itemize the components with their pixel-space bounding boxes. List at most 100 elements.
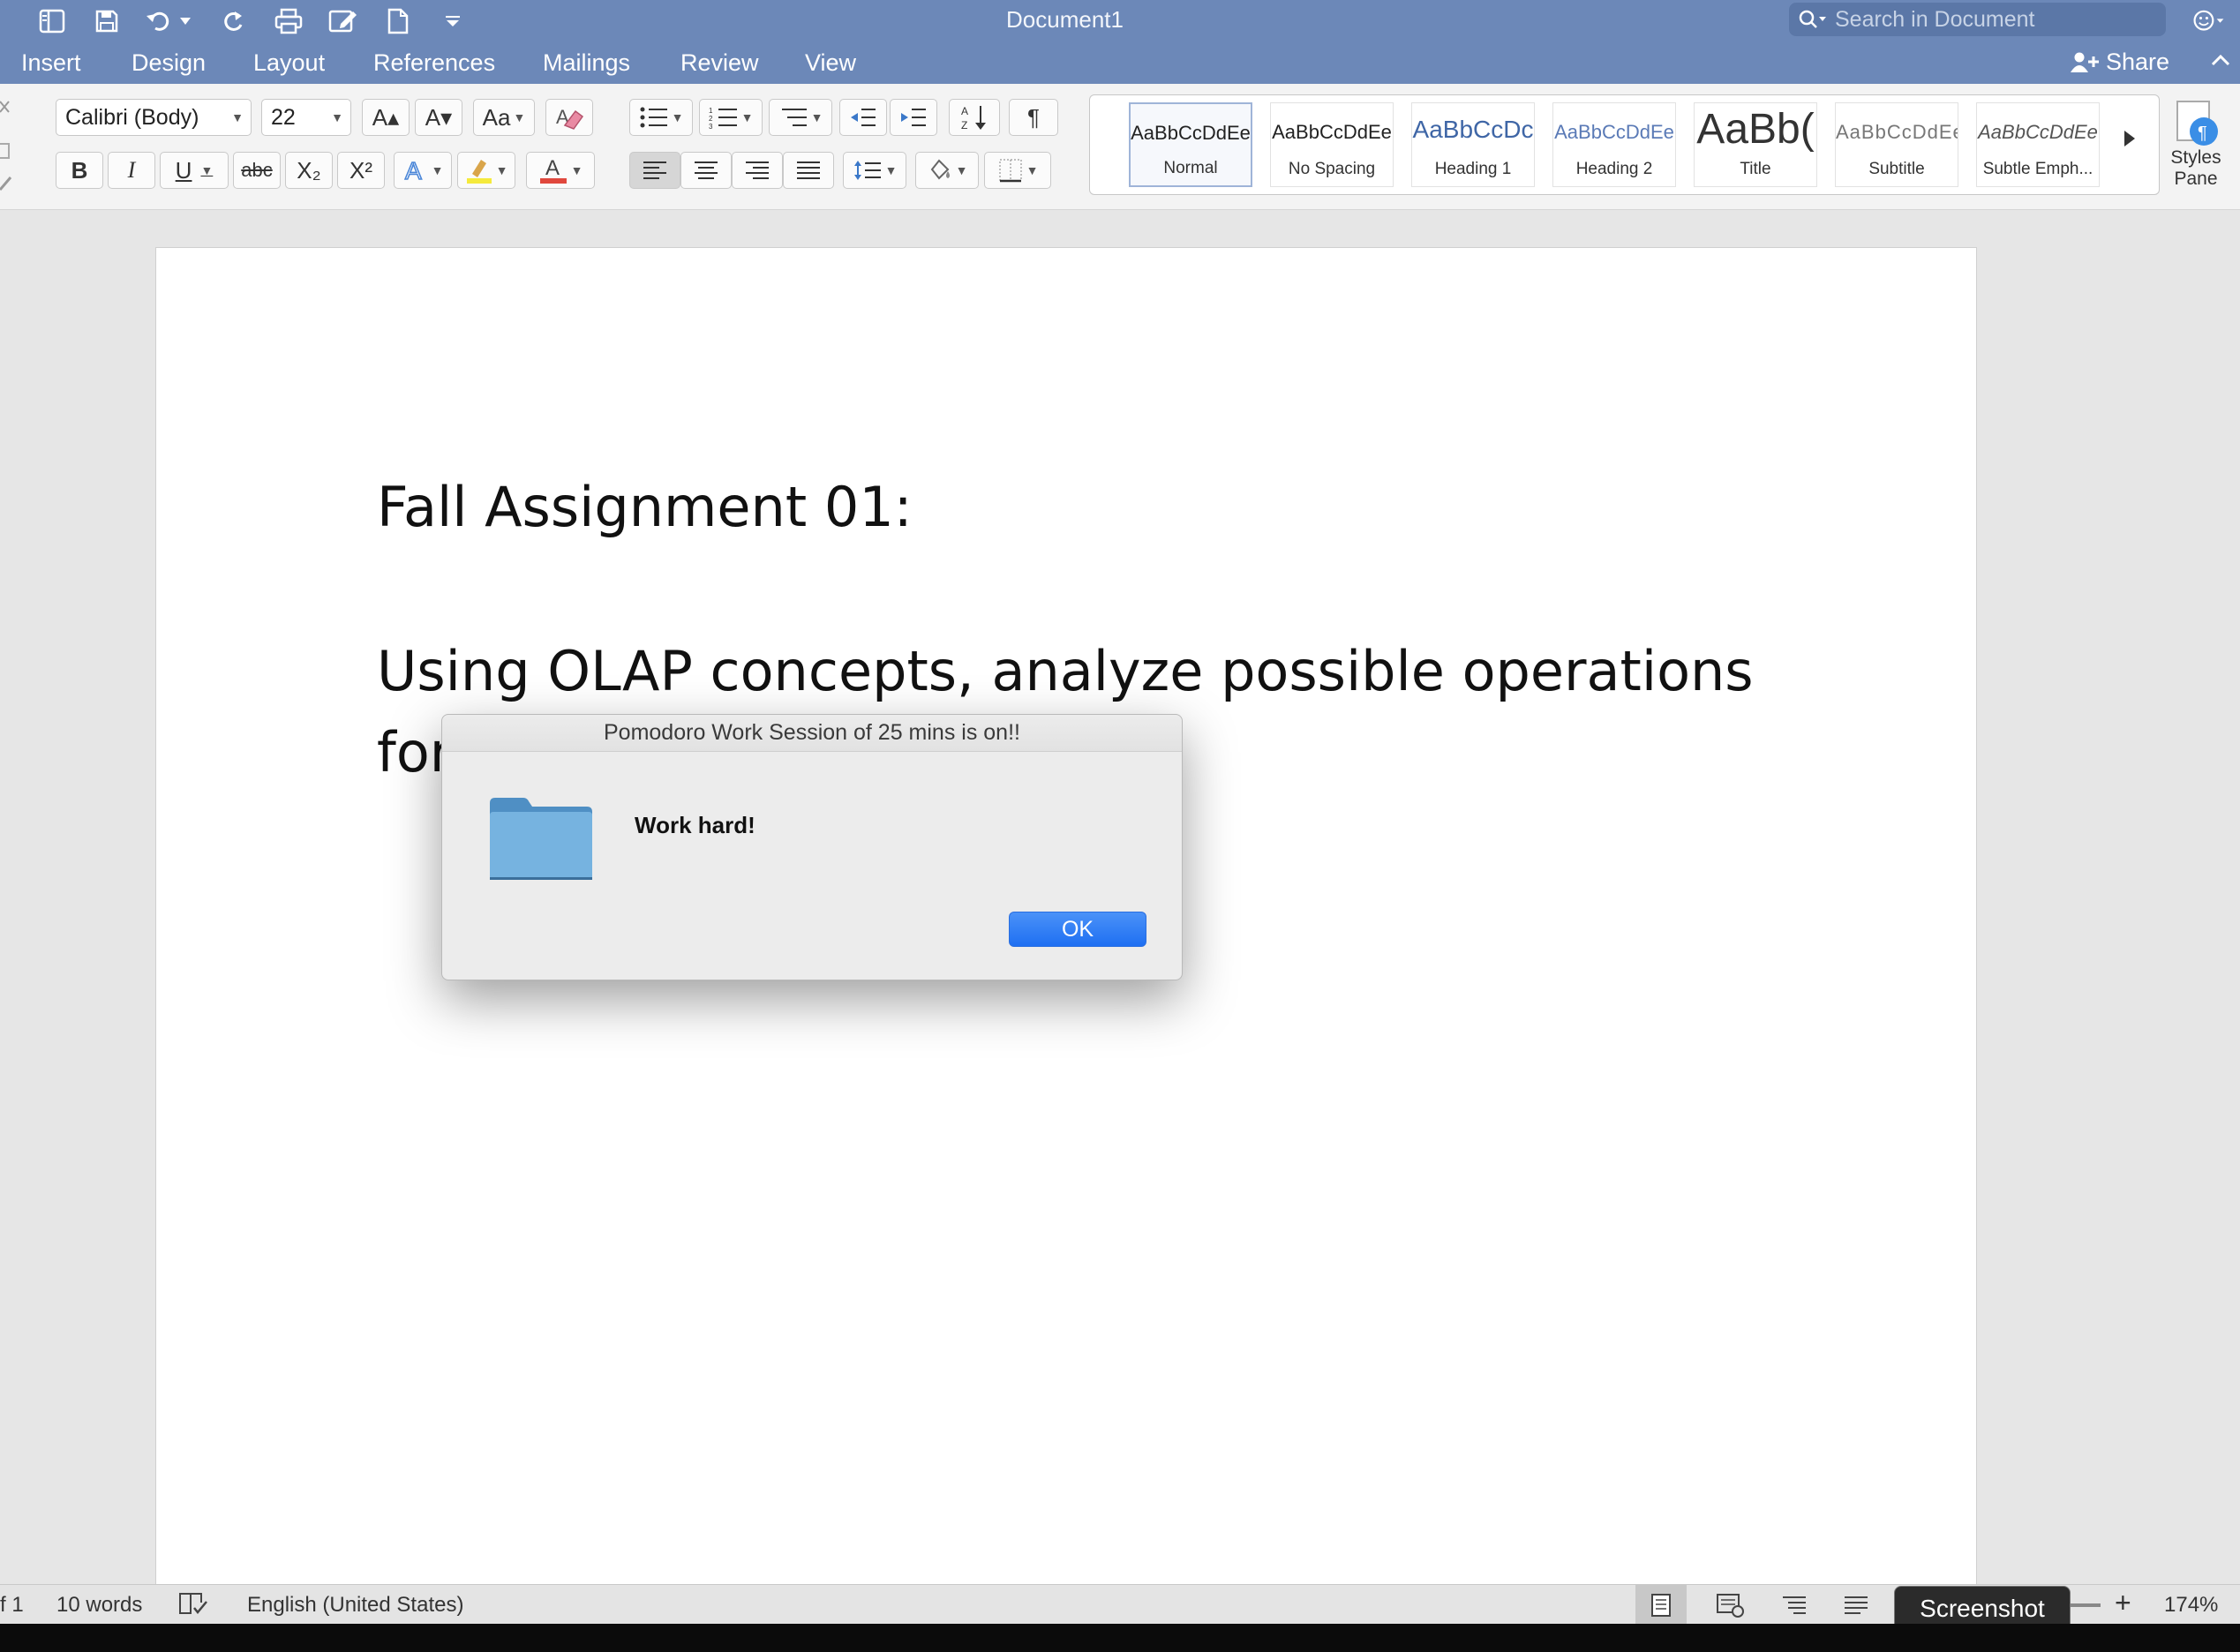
chevron-down-icon: ▼ (884, 163, 898, 177)
style-name: Normal (1163, 159, 1218, 177)
print-layout-view-button[interactable] (1635, 1585, 1687, 1625)
chevron-down-icon: ▼ (570, 163, 583, 177)
font-name-select[interactable]: Calibri (Body) ▼ (56, 99, 252, 136)
styles-pane-label: Styles (2170, 147, 2221, 168)
word-count[interactable]: 10 words (56, 1593, 142, 1618)
highlighter-icon (466, 160, 492, 184)
page-count[interactable]: f 1 (0, 1593, 24, 1618)
shading-button[interactable]: ▼ (915, 152, 979, 189)
justify-icon (797, 161, 820, 179)
zoom-in-icon[interactable]: + (2115, 1587, 2131, 1619)
style-subtle-emphasis[interactable]: AaBbCcDdEe Subtle Emph... (1976, 102, 2100, 187)
home-ribbon: Calibri (Body) ▼ 22 ▼ A▴ A▾ Aa ▼ A B I U ▼… (0, 84, 2240, 210)
align-center-button[interactable] (680, 152, 732, 189)
style-heading-2[interactable]: AaBbCcDdEe Heading 2 (1552, 102, 1676, 187)
numbering-button[interactable]: 123 ▼ (699, 99, 763, 136)
align-left-button[interactable] (629, 152, 680, 189)
styles-pane-button[interactable]: ¶ Styles Pane (2165, 100, 2227, 190)
bold-button[interactable]: B (56, 152, 103, 189)
chevron-down-icon: ▼ (331, 110, 343, 124)
pilcrow-icon: ¶ (1027, 103, 1040, 131)
highlight-color-button[interactable]: ▼ (457, 152, 515, 189)
change-case-button[interactable]: Aa ▼ (473, 99, 535, 136)
underline-button[interactable]: U ▼ (160, 152, 229, 189)
language-indicator[interactable]: English (United States) (247, 1593, 463, 1618)
tab-layout[interactable]: Layout (253, 49, 325, 77)
line-spacing-button[interactable]: ▼ (843, 152, 906, 189)
search-input[interactable]: Search in Document (1789, 3, 2166, 36)
ok-button[interactable]: OK (1009, 912, 1146, 947)
clear-formatting-button[interactable]: A (545, 99, 593, 136)
outline-icon (1783, 1596, 1806, 1614)
style-normal[interactable]: AaBbCcDdEe Normal (1129, 102, 1252, 187)
font-name-value: Calibri (Body) (65, 104, 199, 130)
bullets-button[interactable]: ▼ (629, 99, 693, 136)
style-sample: AaBbCcDdEe (1272, 121, 1392, 143)
web-layout-view-button[interactable] (1705, 1585, 1756, 1625)
document-heading-line[interactable]: Fall Assignment 01: (377, 475, 913, 539)
grow-font-icon: A▴ (372, 103, 400, 131)
tab-review[interactable]: Review (680, 49, 759, 77)
sort-button[interactable]: AZ (949, 99, 1000, 136)
tab-design[interactable]: Design (132, 49, 206, 77)
decrease-indent-button[interactable] (839, 99, 887, 136)
borders-button[interactable]: ▼ (984, 152, 1051, 189)
shrink-font-icon: A▾ (425, 103, 453, 131)
document-body-line[interactable]: Using OLAP concepts, analyze possible op… (377, 639, 1754, 703)
underline-icon: U (175, 156, 192, 184)
font-color-button[interactable]: A ▼ (526, 152, 595, 189)
sort-az-icon: AZ (961, 105, 986, 131)
font-color-icon: A (539, 156, 567, 184)
svg-text:A: A (405, 157, 422, 184)
font-size-select[interactable]: 22 ▼ (261, 99, 351, 136)
style-name: Title (1740, 160, 1771, 178)
gallery-next-icon[interactable] (2123, 129, 2137, 148)
tab-references[interactable]: References (373, 49, 495, 77)
outline-view-button[interactable] (1769, 1585, 1820, 1625)
tab-view[interactable]: View (805, 49, 856, 77)
dialog-title: Pomodoro Work Session of 25 mins is on!! (442, 715, 1182, 752)
style-no-spacing[interactable]: AaBbCcDdEe No Spacing (1270, 102, 1394, 187)
clipboard-icons[interactable] (0, 93, 16, 199)
italic-button[interactable]: I (108, 152, 155, 189)
eraser-icon: A (556, 106, 584, 130)
style-sample: AaBbCcDdEe (1836, 121, 1958, 143)
draft-view-button[interactable] (1830, 1585, 1882, 1625)
strikethrough-icon: abc (241, 159, 273, 181)
strikethrough-button[interactable]: abc (233, 152, 281, 189)
align-left-icon (643, 161, 666, 179)
justify-button[interactable] (783, 152, 834, 189)
feedback-smiley-icon[interactable] (2192, 4, 2226, 38)
style-title[interactable]: AaBb( Title (1694, 102, 1817, 187)
subscript-button[interactable]: X₂ (285, 152, 333, 189)
show-formatting-button[interactable]: ¶ (1009, 99, 1058, 136)
style-name: Subtle Emph... (1982, 160, 2093, 178)
chevron-down-icon: ▼ (495, 163, 508, 177)
tab-mailings[interactable]: Mailings (543, 49, 630, 77)
shrink-font-button[interactable]: A▾ (415, 99, 462, 136)
chevron-down-icon: ▼ (513, 110, 526, 124)
add-person-icon (2069, 51, 2101, 74)
chevron-down-icon: ▼ (810, 110, 823, 124)
search-icon (1798, 9, 1828, 30)
increase-indent-button[interactable] (890, 99, 937, 136)
tab-insert[interactable]: Insert (21, 49, 81, 77)
proofing-icon[interactable] (178, 1590, 208, 1617)
align-center-icon (695, 161, 718, 179)
share-button[interactable]: Share (2069, 49, 2169, 76)
multilevel-list-button[interactable]: ▼ (769, 99, 832, 136)
italic-icon: I (127, 157, 136, 183)
zoom-level[interactable]: 174% (2164, 1593, 2218, 1618)
zoom-slider[interactable] (2071, 1603, 2101, 1607)
style-subtitle[interactable]: AaBbCcDdEe Subtitle (1835, 102, 1958, 187)
grow-font-button[interactable]: A▴ (362, 99, 410, 136)
align-right-button[interactable] (732, 152, 783, 189)
text-effects-button[interactable]: A ▼ (394, 152, 452, 189)
style-sample: AaBbCcDc (1412, 116, 1534, 143)
superscript-button[interactable]: X² (337, 152, 385, 189)
style-heading-1[interactable]: AaBbCcDc Heading 1 (1411, 102, 1535, 187)
chevron-down-icon: ▼ (200, 163, 214, 177)
superscript-icon: X² (350, 156, 372, 184)
collapse-ribbon-icon[interactable] (2210, 47, 2231, 73)
dock-strip (0, 1624, 2240, 1652)
